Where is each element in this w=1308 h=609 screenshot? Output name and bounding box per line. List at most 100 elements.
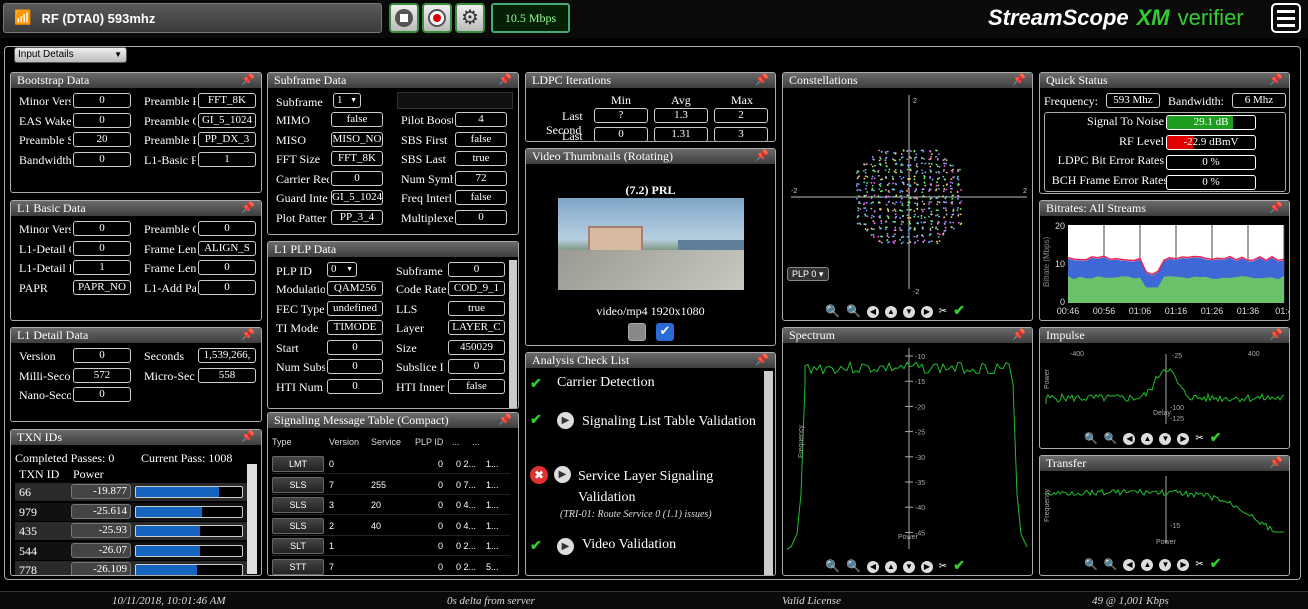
message-type-button[interactable]: SLS bbox=[272, 517, 324, 534]
settings-button[interactable]: ⚙ bbox=[455, 3, 485, 33]
pin-icon[interactable]: 📌 bbox=[241, 328, 255, 343]
tools-icon[interactable]: ✂ bbox=[939, 561, 947, 572]
zoom-in-icon[interactable]: 🔍 bbox=[1084, 558, 1098, 571]
field-label: TI Mode bbox=[276, 321, 319, 335]
plot-controls: 🔍 🔍 ◀ ▲ ▼ ▶ ✂ ✔ bbox=[825, 558, 965, 575]
pin-icon[interactable]: 📌 bbox=[241, 201, 255, 216]
down-icon[interactable]: ▼ bbox=[1159, 558, 1172, 571]
axis-tick-label: -125 bbox=[1170, 416, 1184, 423]
scrollbar[interactable] bbox=[764, 371, 773, 575]
record-button[interactable] bbox=[422, 3, 452, 33]
subframe-select[interactable]: 1 ▼ bbox=[333, 93, 361, 108]
zoom-out-icon[interactable]: 🔍 bbox=[1104, 558, 1118, 571]
pin-icon[interactable]: 📌 bbox=[498, 73, 512, 88]
check-icon[interactable]: ✔ bbox=[953, 558, 965, 575]
message-type-button[interactable]: SLS bbox=[272, 497, 324, 513]
field-value: 572 bbox=[73, 367, 131, 383]
left-icon[interactable]: ◀ bbox=[1123, 558, 1136, 571]
axis-tick-label: -400 bbox=[1070, 351, 1084, 358]
subframe-select-label: Subframe bbox=[276, 95, 323, 109]
message-type-button[interactable]: STT bbox=[272, 558, 324, 575]
pin-icon[interactable]: 📌 bbox=[755, 73, 769, 88]
panel-title: Transfer 📌 bbox=[1040, 456, 1289, 471]
pin-icon[interactable]: 📌 bbox=[755, 149, 769, 164]
left-icon[interactable]: ◀ bbox=[866, 305, 879, 318]
pin-icon[interactable]: 📌 bbox=[1012, 328, 1026, 343]
rotate-thumbnails-checkbox[interactable]: ✔ bbox=[656, 323, 674, 341]
pin-icon[interactable]: 📌 bbox=[1012, 73, 1026, 88]
field-label: Start bbox=[276, 340, 299, 355]
expand-icon[interactable]: ▶ bbox=[554, 466, 571, 483]
expand-icon[interactable]: ▶ bbox=[557, 538, 574, 555]
zoom-in-icon[interactable]: 🔍 bbox=[825, 304, 840, 319]
field-value: GI_5_1024 bbox=[198, 112, 256, 128]
field-label: Subslice I bbox=[396, 360, 444, 374]
down-icon[interactable]: ▼ bbox=[1159, 432, 1172, 445]
check-icon[interactable]: ✔ bbox=[1210, 430, 1222, 447]
input-select[interactable]: Input Details ▼ bbox=[14, 47, 127, 63]
left-icon[interactable]: ◀ bbox=[866, 560, 879, 573]
zoom-out-icon[interactable]: 🔍 bbox=[846, 559, 861, 574]
plp-select[interactable]: 0 ▼ bbox=[327, 262, 357, 277]
up-icon[interactable]: ▲ bbox=[884, 560, 897, 573]
pin-icon[interactable]: 📌 bbox=[1269, 201, 1283, 216]
down-icon[interactable]: ▼ bbox=[902, 305, 915, 318]
tuner-selector[interactable]: 📶 RF (DTA0) 593mhz bbox=[3, 3, 382, 33]
field-label: L1-Basic F bbox=[144, 152, 196, 167]
pin-icon[interactable]: 📌 bbox=[241, 73, 255, 88]
left-icon[interactable]: ◀ bbox=[1123, 432, 1136, 445]
expand-icon[interactable]: ▶ bbox=[557, 412, 574, 429]
column-header[interactable]: Service bbox=[371, 437, 401, 447]
zoom-out-icon[interactable]: 🔍 bbox=[846, 304, 861, 319]
scrollbar[interactable] bbox=[509, 260, 517, 408]
check-icon[interactable]: ✔ bbox=[953, 303, 965, 320]
txn-id: 544 bbox=[19, 543, 37, 558]
pin-icon[interactable]: 📌 bbox=[755, 353, 769, 368]
pin-icon[interactable]: 📌 bbox=[498, 413, 512, 428]
up-icon[interactable]: ▲ bbox=[884, 305, 897, 318]
column-header[interactable]: Type bbox=[272, 437, 292, 447]
scrollbar[interactable] bbox=[247, 464, 257, 574]
pause-thumbnails-checkbox[interactable] bbox=[628, 323, 646, 341]
field-value: 72 bbox=[455, 170, 507, 186]
message-type-button[interactable]: SLS bbox=[272, 476, 324, 493]
pin-icon[interactable]: 📌 bbox=[241, 430, 255, 445]
tools-icon[interactable]: ✂ bbox=[1195, 433, 1203, 444]
down-icon[interactable]: ▼ bbox=[902, 560, 915, 573]
field-label: MISO bbox=[276, 132, 307, 147]
right-icon[interactable]: ▶ bbox=[1177, 432, 1190, 445]
field-label: Preamble F bbox=[144, 133, 196, 147]
up-icon[interactable]: ▲ bbox=[1141, 432, 1154, 445]
column-header[interactable]: ... bbox=[452, 437, 460, 447]
stop-button[interactable] bbox=[389, 3, 419, 33]
panel-title: TXN IDs 📌 bbox=[11, 430, 261, 445]
pin-icon[interactable]: 📌 bbox=[1269, 328, 1283, 343]
right-icon[interactable]: ▶ bbox=[920, 560, 933, 573]
plp-selector[interactable]: PLP 0 ▾ bbox=[787, 267, 829, 281]
pin-icon[interactable]: 📌 bbox=[1269, 456, 1283, 471]
axis-tick-label: 01:36 bbox=[1237, 306, 1260, 316]
hamburger-menu-button[interactable] bbox=[1271, 3, 1301, 33]
right-icon[interactable]: ▶ bbox=[1177, 558, 1190, 571]
field-value: COD_9_1 bbox=[448, 281, 505, 296]
up-icon[interactable]: ▲ bbox=[1141, 558, 1154, 571]
right-icon[interactable]: ▶ bbox=[920, 305, 933, 318]
field-label: LLS bbox=[396, 301, 418, 316]
check-icon[interactable]: ✔ bbox=[1210, 556, 1222, 573]
message-type-button[interactable]: SLT bbox=[272, 538, 324, 554]
field-value: true bbox=[455, 151, 507, 166]
axis-tick-label: 400 bbox=[1248, 351, 1260, 358]
field-label: Frame Len bbox=[144, 241, 196, 256]
axis-tick-label: -25 bbox=[915, 430, 925, 437]
zoom-in-icon[interactable]: 🔍 bbox=[1084, 432, 1098, 445]
tools-icon[interactable]: ✂ bbox=[939, 306, 947, 317]
tools-icon[interactable]: ✂ bbox=[1195, 559, 1203, 570]
zoom-in-icon[interactable]: 🔍 bbox=[825, 559, 840, 574]
zoom-out-icon[interactable]: 🔍 bbox=[1104, 432, 1118, 445]
column-header[interactable]: PLP ID bbox=[415, 437, 443, 447]
column-header[interactable]: ... bbox=[472, 437, 480, 447]
video-thumbnail[interactable] bbox=[558, 198, 744, 290]
column-header[interactable]: Version bbox=[329, 437, 359, 447]
pin-icon[interactable]: 📌 bbox=[1269, 73, 1283, 88]
message-type-button[interactable]: LMT bbox=[272, 456, 324, 472]
